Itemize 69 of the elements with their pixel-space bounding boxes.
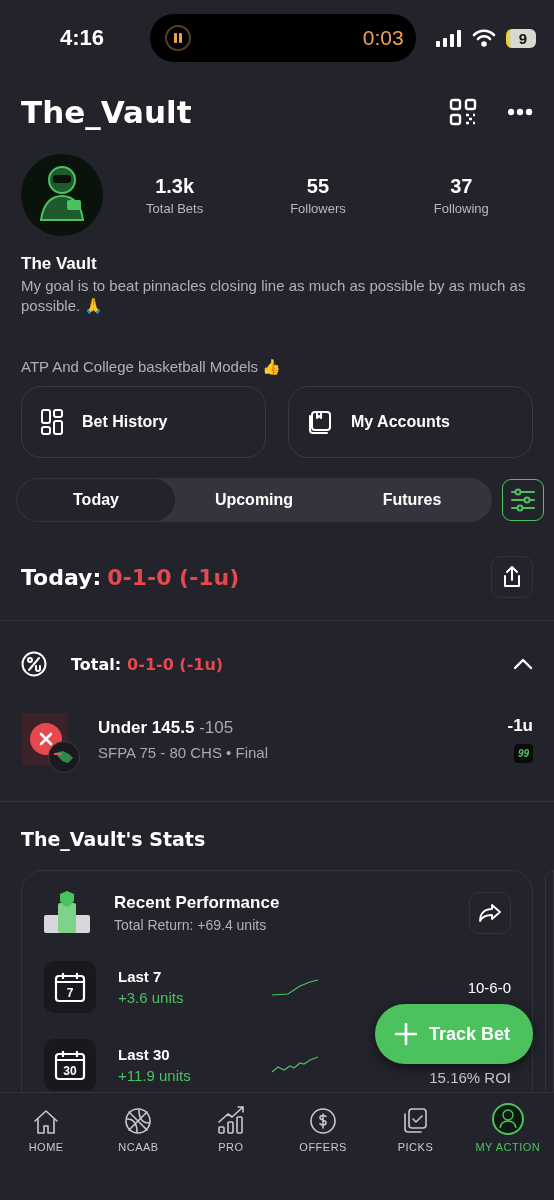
tab[interactable]: Futures bbox=[333, 479, 491, 521]
action-button[interactable]: Bet History bbox=[21, 386, 266, 458]
more-button[interactable] bbox=[507, 108, 533, 116]
dollar-icon bbox=[309, 1107, 338, 1135]
tab[interactable]: Upcoming bbox=[175, 479, 333, 521]
card-subtitle: Total Return: +69.4 units bbox=[114, 917, 268, 933]
forward-button[interactable] bbox=[469, 892, 511, 934]
group-label: Total: bbox=[71, 654, 122, 674]
calendar-icon: 30 bbox=[44, 1039, 96, 1091]
display-name: The Vault bbox=[20, 253, 98, 274]
pause-icon bbox=[164, 24, 192, 52]
bio-text: My goal is to beat pinnacles closing line as much as possible by as much as possible. 🙏 bbox=[21, 276, 527, 316]
avatar-icon bbox=[491, 1103, 524, 1135]
nav-tab[interactable]: PRO bbox=[184, 1101, 277, 1153]
game-detail: SFPA 75 - 80 CHS • Final bbox=[98, 743, 270, 761]
period-units: +11.9 units bbox=[118, 1067, 192, 1084]
signal-icon bbox=[435, 29, 462, 47]
nav-tab[interactable]: HOME bbox=[0, 1101, 93, 1153]
sliders-icon bbox=[510, 488, 536, 512]
share-button[interactable] bbox=[491, 556, 533, 598]
home-icon bbox=[32, 1109, 61, 1135]
period-roi: 15.16% ROI bbox=[429, 1068, 511, 1086]
period-label: Last 7 bbox=[118, 968, 163, 985]
sparkline bbox=[270, 977, 320, 997]
nav-tab[interactable]: OFFERS bbox=[277, 1101, 370, 1153]
stats-title: The_Vault's Stats bbox=[20, 827, 207, 850]
today-record: 0-1-0 (-1u) bbox=[107, 564, 240, 590]
podium-icon bbox=[44, 891, 90, 935]
collapse-button[interactable] bbox=[513, 658, 533, 670]
stat-label: Following bbox=[433, 200, 489, 216]
stat-label: Followers bbox=[290, 200, 346, 216]
share-icon bbox=[501, 565, 523, 589]
team-logo bbox=[48, 741, 80, 773]
plus-icon bbox=[395, 1023, 417, 1045]
nav-tab[interactable]: MY ACTION bbox=[461, 1101, 554, 1153]
sportsbook-badge: 99 bbox=[513, 743, 533, 763]
nav-tab[interactable]: PICKS bbox=[369, 1101, 462, 1153]
period-label: Last 30 bbox=[118, 1046, 171, 1063]
qr-code-button[interactable] bbox=[449, 98, 477, 126]
bet-result: -1u bbox=[507, 715, 533, 736]
recording-timer: 0:03 bbox=[362, 26, 404, 50]
stat-value: 1.3k bbox=[155, 174, 195, 198]
stat-value: 37 bbox=[450, 174, 473, 198]
filter-button[interactable] bbox=[502, 479, 544, 521]
sparkline bbox=[270, 1055, 320, 1075]
tab[interactable]: Today bbox=[17, 479, 175, 521]
profile-title: The_Vault bbox=[21, 94, 193, 130]
nav-tab[interactable]: NCAAB bbox=[92, 1101, 185, 1153]
status-time: 4:16 bbox=[60, 25, 106, 51]
checklist-icon bbox=[402, 1107, 429, 1135]
growth-chart-icon bbox=[216, 1105, 245, 1135]
percent-icon bbox=[21, 651, 47, 677]
group-record: 0-1-0 (-1u) bbox=[127, 654, 224, 674]
action-button[interactable]: My Accounts bbox=[288, 386, 533, 458]
card-title: Recent Performance bbox=[114, 893, 281, 913]
basketball-icon bbox=[124, 1107, 153, 1135]
stat-label: Total Bets bbox=[146, 200, 204, 216]
calendar-icon: 7 bbox=[44, 961, 96, 1013]
period-record: 10-6-0 bbox=[467, 978, 511, 996]
layout-icon bbox=[40, 408, 64, 436]
wallet-icon bbox=[307, 409, 333, 435]
wifi-icon bbox=[471, 29, 496, 47]
battery-level: 9 bbox=[505, 28, 536, 48]
today-label: Today: bbox=[21, 564, 102, 590]
bet-pick: Under 145.5 -105 bbox=[98, 717, 235, 738]
stat-value: 55 bbox=[306, 174, 330, 198]
period-units: +3.6 units bbox=[118, 989, 185, 1006]
forward-arrow-icon bbox=[478, 903, 502, 923]
tagline-text: ATP And College basketball Models 👍 bbox=[21, 358, 283, 376]
